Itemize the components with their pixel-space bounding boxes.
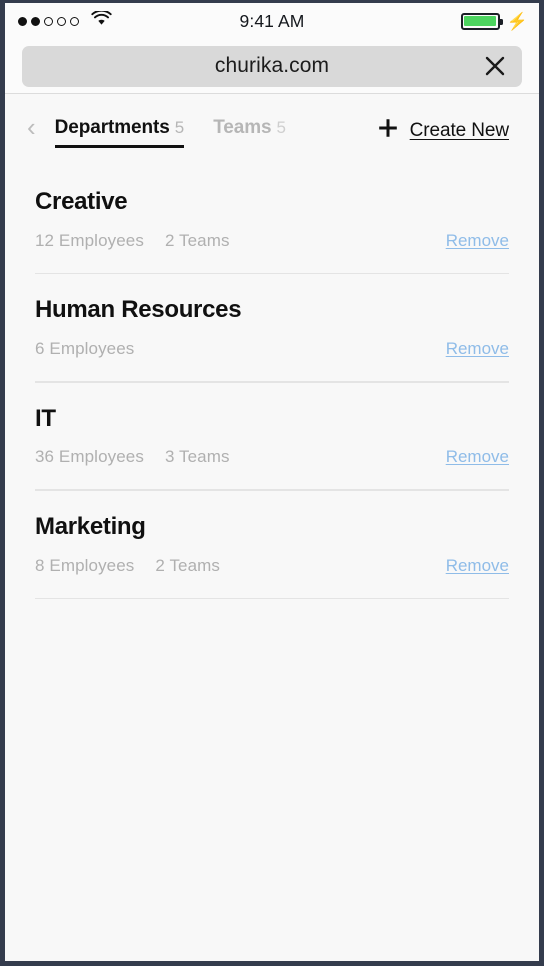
tab-teams[interactable]: Teams 5	[213, 117, 286, 148]
department-meta: 36 Employees 3 Teams Remove	[35, 447, 509, 467]
tab-bar: ‹ Departments 5 Teams 5 Create New	[5, 94, 539, 166]
remove-link[interactable]: Remove	[446, 447, 509, 467]
tab-departments-label: Departments	[54, 117, 170, 138]
remove-link[interactable]: Remove	[446, 339, 509, 359]
tab-departments[interactable]: Departments 5	[54, 117, 185, 148]
department-name: IT	[35, 404, 56, 432]
department-meta: 8 Employees 2 Teams Remove	[35, 556, 509, 576]
department-row[interactable]: Human Resources 6 Employees Remove	[35, 274, 509, 383]
status-bar: 9:41 AM ⚡	[5, 3, 539, 39]
lightning-bolt-icon: ⚡	[506, 11, 528, 31]
department-row[interactable]: Marketing 8 Employees 2 Teams Remove	[35, 491, 509, 600]
tab-teams-count: 5	[276, 118, 286, 137]
url-text: churika.com	[214, 54, 330, 77]
remove-link[interactable]: Remove	[446, 556, 509, 576]
row-divider	[35, 597, 509, 600]
status-bar-right: ⚡	[460, 3, 528, 39]
page-content: ‹ Departments 5 Teams 5 Create New Creativ…	[5, 94, 539, 961]
tab-departments-count: 5	[174, 118, 185, 137]
close-icon[interactable]	[482, 53, 508, 79]
employee-count: 8 Employees	[35, 555, 135, 575]
department-row[interactable]: Creative 12 Employees 2 Teams Remove	[35, 166, 509, 275]
department-list: Creative 12 Employees 2 Teams Remove Human R…	[5, 166, 539, 600]
department-name: Creative	[35, 188, 128, 215]
department-name: Human Resources	[35, 296, 242, 324]
department-meta: 6 Employees Remove	[35, 339, 509, 359]
create-new-label: Create New	[409, 119, 509, 141]
battery-full-icon	[460, 12, 503, 30]
team-count: 2 Teams	[164, 230, 230, 250]
plus-icon	[377, 117, 399, 144]
phone-frame: 9:41 AM ⚡ churika.com ‹ Departments 5 Te…	[0, 0, 544, 966]
browser-chrome: churika.com	[5, 39, 539, 94]
create-new-button[interactable]: Create New	[377, 117, 509, 144]
status-bar-time: 9:41 AM	[239, 10, 305, 31]
department-row[interactable]: IT 36 Employees 3 Teams Remove	[35, 383, 509, 491]
team-count: 3 Teams	[164, 447, 230, 467]
department-meta: 12 Employees 2 Teams Remove	[35, 231, 509, 251]
employee-count: 12 Employees	[35, 230, 144, 250]
tab-teams-label: Teams	[213, 117, 272, 138]
employee-count: 6 Employees	[35, 339, 135, 359]
employee-count: 36 Employees	[35, 447, 144, 467]
remove-link[interactable]: Remove	[446, 231, 509, 251]
url-bar[interactable]: churika.com	[22, 45, 522, 87]
chevron-left-icon[interactable]: ‹	[25, 114, 42, 140]
team-count: 2 Teams	[155, 555, 221, 575]
department-name: Marketing	[35, 512, 146, 540]
